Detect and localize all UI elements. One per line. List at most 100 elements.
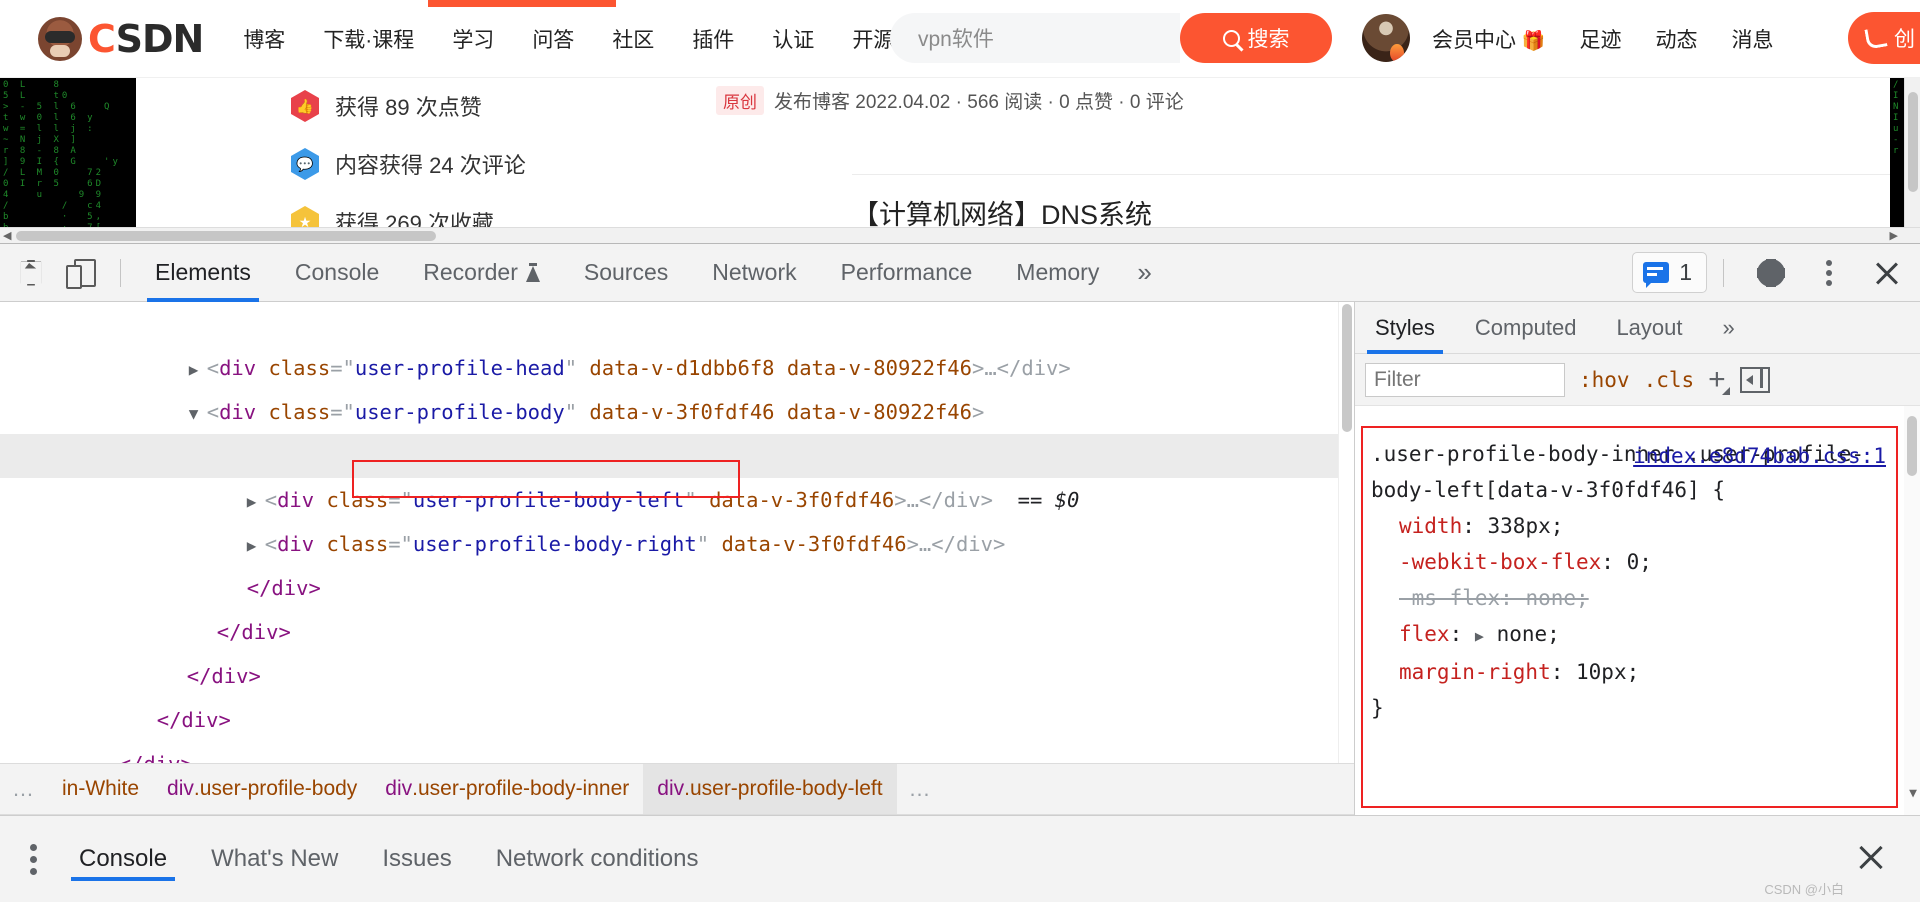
breadcrumb-item-user-profile-body-inner[interactable]: div .user-profile-body-inner	[371, 764, 643, 814]
tab-recorder[interactable]: Recorder	[401, 244, 562, 302]
close-devtools-button[interactable]	[1864, 250, 1910, 296]
create-button[interactable]: 创	[1848, 12, 1920, 64]
more-options-button[interactable]	[1806, 250, 1852, 296]
page-vscroll-thumb[interactable]	[1908, 92, 1918, 192]
nav-item-messages[interactable]: 消息	[1732, 24, 1774, 54]
tab-layout[interactable]: Layout	[1596, 302, 1702, 354]
css-prop-value[interactable]: none	[1525, 586, 1576, 610]
nav-item-footprints[interactable]: 足迹	[1580, 24, 1622, 54]
tab-network-label: Network	[712, 259, 797, 285]
css-prop-value[interactable]: 338px	[1488, 514, 1551, 538]
avatar[interactable]	[1362, 14, 1410, 62]
matrix-background-left: 0 L 85 L t0 > - 5 l 6 Qt w 0 l 6 yw = l l…	[0, 78, 136, 238]
hov-toggle-button[interactable]: :hov	[1579, 368, 1630, 392]
css-prop-name: -ms-flex	[1399, 586, 1501, 610]
scroll-right-arrow-icon[interactable]: ▶	[1890, 229, 1898, 242]
tab-elements[interactable]: Elements	[133, 244, 273, 302]
drawer-close-icon[interactable]	[1856, 842, 1886, 872]
article-meta: 原创 发布博客 2022.04.02 · 566 阅读 · 0 点赞 · 0 评…	[716, 86, 1184, 115]
drawer-tab-console[interactable]: Console	[57, 816, 189, 903]
inspect-element-button[interactable]	[8, 250, 54, 296]
nav-item-community[interactable]: 社区	[612, 24, 654, 54]
dom-closing-tag: </div>	[0, 522, 1354, 600]
scroll-left-arrow-icon[interactable]: ◀	[3, 229, 11, 242]
breadcrumb-tag: div	[385, 777, 413, 800]
nav-item-opensource[interactable]: 开源	[852, 24, 894, 54]
css-prop-value[interactable]: 0	[1627, 550, 1640, 574]
scroll-down-arrow-icon[interactable]: ▼	[1909, 776, 1917, 812]
css-declaration-ms-flex-disabled[interactable]: -ms-flex: none;	[1371, 580, 1892, 616]
stat-row-likes: 👍 获得 89 次点赞	[291, 90, 526, 122]
site-nav: 博客 下载·课程 学习 问答 社区 插件 认证 开源	[243, 24, 932, 54]
dom-node-user-profile-body-inner[interactable]: ▼<div class="user-profile-body-inner" da…	[0, 390, 1354, 470]
breadcrumb-item-truncated[interactable]: in-White	[48, 764, 153, 814]
nav-item-cert[interactable]: 认证	[772, 24, 814, 54]
css-declaration-width[interactable]: width: 338px;	[1371, 508, 1892, 544]
styles-vscroll-thumb[interactable]	[1907, 416, 1917, 476]
dom-node-user-profile-body[interactable]: ▼ <div class="user-profile-body" data-v-3…	[0, 346, 1354, 424]
search-input[interactable]	[916, 25, 1156, 51]
page-vertical-scrollbar[interactable]	[1904, 78, 1920, 243]
inspect-cursor-icon	[19, 260, 43, 286]
nav-item-qa[interactable]: 问答	[532, 24, 574, 54]
dom-tree-pane[interactable]: ▶ <div class="user-profile-head" data-v-d…	[0, 302, 1354, 816]
nav-item-downloads[interactable]: 下载·课程	[323, 24, 414, 54]
tab-recorder-label: Recorder	[423, 259, 518, 285]
page-horizontal-scrollbar[interactable]: ◀ ▶	[0, 227, 1920, 243]
cls-toggle-button[interactable]: .cls	[1644, 368, 1695, 392]
sidebar-toggle-icon[interactable]	[1739, 366, 1770, 393]
message-count-button[interactable]: 1	[1632, 252, 1707, 293]
drawer-tab-whats-new[interactable]: What's New	[189, 816, 360, 903]
devtools-toolbar: Elements Console Recorder Sources Networ…	[0, 244, 1920, 302]
dom-vscroll-thumb[interactable]	[1342, 304, 1352, 432]
dom-node-user-profile-body-left[interactable]: ▶ <div class="user-profile-body-left" dat…	[0, 434, 1354, 512]
csdn-logo[interactable]: CSDN	[38, 16, 204, 61]
styles-filter-input[interactable]	[1365, 362, 1565, 397]
monkey-logo-icon	[38, 16, 82, 61]
page-hscroll-thumb[interactable]	[16, 231, 436, 241]
nav-item-activity[interactable]: 动态	[1656, 24, 1698, 54]
device-toolbar-button[interactable]	[62, 250, 108, 296]
nav-item-member-center[interactable]: 会员中心 🎁	[1432, 24, 1546, 54]
expand-shorthand-icon[interactable]: ▶	[1475, 627, 1484, 645]
tab-memory[interactable]: Memory	[994, 244, 1121, 302]
css-declaration-margin-right[interactable]: margin-right: 10px;	[1371, 654, 1892, 690]
tab-computed[interactable]: Computed	[1455, 302, 1597, 354]
breadcrumb-overflow-right[interactable]: …	[897, 776, 945, 802]
more-tabs-icon[interactable]: »	[1121, 257, 1167, 288]
devtools-main-split: ▶ <div class="user-profile-head" data-v-d…	[0, 302, 1920, 816]
breadcrumb-item-user-profile-body-left[interactable]: div .user-profile-body-left	[643, 764, 897, 814]
breadcrumb-overflow-left[interactable]: …	[0, 776, 48, 802]
search-box[interactable]	[890, 13, 1180, 63]
drawer-tab-issues[interactable]: Issues	[360, 816, 473, 903]
search-button[interactable]: 搜索	[1180, 13, 1332, 63]
breadcrumb-item-user-profile-body[interactable]: div .user-profile-body	[153, 764, 371, 814]
tab-performance[interactable]: Performance	[819, 244, 995, 302]
device-toolbar-icon	[66, 258, 96, 289]
tab-styles[interactable]: Styles	[1355, 302, 1455, 354]
nav-item-learn[interactable]: 学习	[452, 24, 494, 54]
css-prop-value[interactable]: 10px	[1576, 660, 1627, 684]
drawer-menu-icon[interactable]	[30, 843, 37, 875]
css-prop-value[interactable]: none	[1497, 622, 1548, 646]
styles-vertical-scrollbar[interactable]: ▼	[1904, 406, 1920, 816]
tab-network[interactable]: Network	[690, 244, 818, 302]
tab-sources[interactable]: Sources	[562, 244, 690, 302]
active-tab-indicator	[428, 0, 616, 7]
dom-closing-tag: </div>	[0, 654, 1354, 732]
dom-node-user-profile-body-right[interactable]: ▶ <div class="user-profile-body-right" da…	[0, 478, 1354, 556]
settings-button[interactable]	[1748, 250, 1794, 296]
tab-console[interactable]: Console	[273, 244, 401, 302]
styles-more-tabs-icon[interactable]: »	[1703, 302, 1755, 354]
nav-item-blog[interactable]: 博客	[243, 24, 285, 54]
stylesheet-source-link[interactable]: index.e8d74bab.css:1	[1633, 438, 1886, 474]
page-viewport: 0 L 85 L t0 > - 5 l 6 Qt w 0 l 6 yw = l l…	[0, 78, 1920, 243]
css-declaration-flex[interactable]: flex: ▶ none;	[1371, 616, 1892, 654]
dom-node-user-profile-head[interactable]: ▶ <div class="user-profile-head" data-v-d…	[0, 302, 1354, 380]
new-style-rule-button[interactable]: +	[1708, 363, 1730, 397]
css-declaration-webkit-box-flex[interactable]: -webkit-box-flex: 0;	[1371, 544, 1892, 580]
site-header: CSDN 博客 下载·课程 学习 问答 社区 插件 认证 开源 搜索 会员中心 …	[0, 0, 1920, 78]
nav-item-plugins[interactable]: 插件	[692, 24, 734, 54]
dom-vertical-scrollbar[interactable]	[1338, 302, 1354, 800]
drawer-tab-network-conditions[interactable]: Network conditions	[474, 816, 721, 903]
